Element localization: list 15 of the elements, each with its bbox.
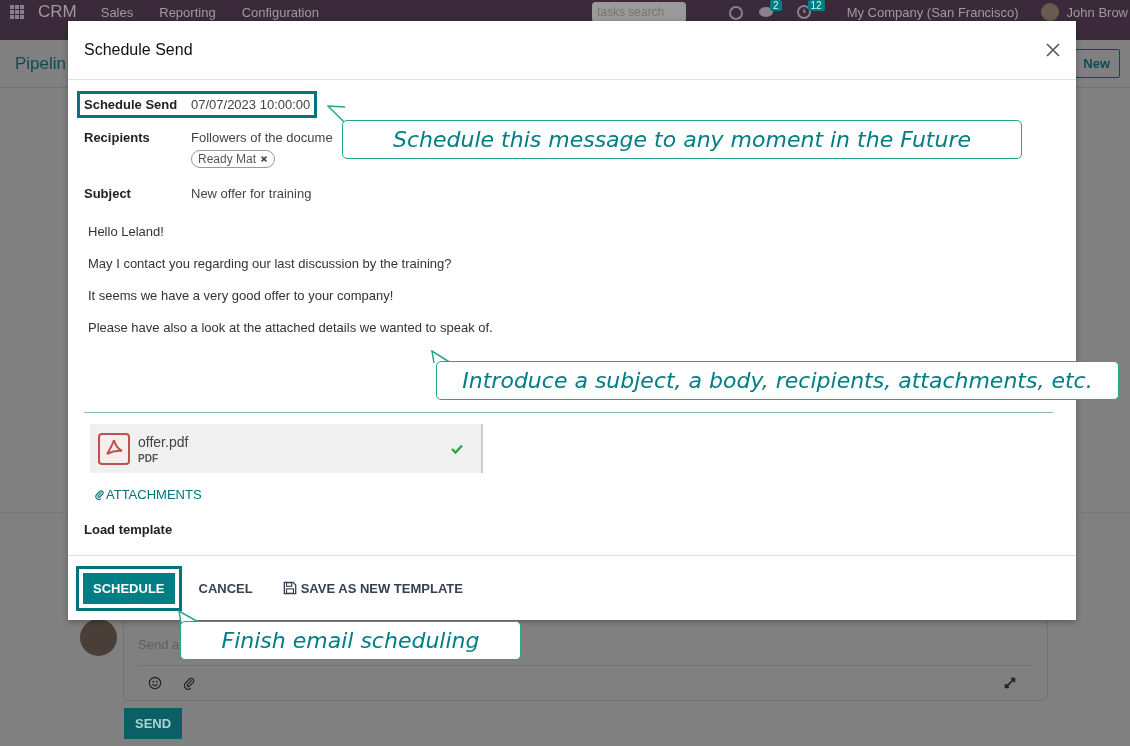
body-paragraph: Hello Leland!: [88, 223, 165, 241]
attachment-name: offer.pdf: [138, 433, 190, 450]
body-paragraph: It seems we have a very good offer to your company!: [88, 287, 395, 305]
field-label: Schedule Send: [84, 97, 179, 112]
activity-count-badge: 12: [807, 0, 825, 11]
load-template-label: Load template: [84, 522, 174, 537]
body-paragraph: Please have also a look at the attached details we wanted to speak of.: [88, 319, 494, 337]
field-label: Recipients: [84, 130, 151, 147]
callout: Schedule this message to any moment in the Future: [342, 120, 1022, 159]
dialog-title: Schedule Send: [84, 41, 194, 59]
callout: Introduce a subject, a body, recipients, attachments, etc.: [436, 361, 1119, 400]
message-count-badge: 2: [769, 0, 782, 11]
field-label: Subject: [84, 186, 132, 201]
body-paragraph: May I contact you regarding our last discussion by the training?: [88, 255, 453, 273]
attachment-type: PDF: [138, 452, 159, 464]
